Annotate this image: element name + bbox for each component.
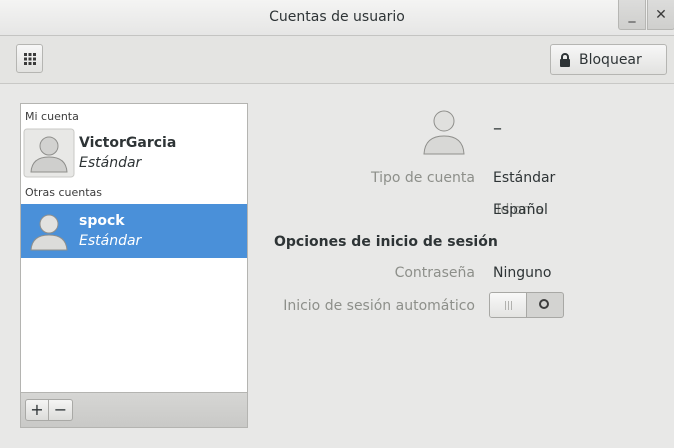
my-account-header: Mi cuenta bbox=[25, 110, 79, 123]
switch-off-icon bbox=[539, 299, 549, 309]
lock-icon bbox=[560, 52, 570, 67]
account-name: spock bbox=[79, 213, 125, 229]
title-bar: Cuentas de usuario _ ✕ bbox=[0, 0, 674, 36]
other-accounts-header: Otras cuentas bbox=[25, 186, 103, 199]
add-user-button[interactable]: + bbox=[25, 399, 49, 421]
account-type: Estándar bbox=[79, 233, 142, 249]
window-title: Cuentas de usuario bbox=[269, 9, 405, 25]
avatar-icon bbox=[30, 214, 68, 251]
login-options-title: Opciones de inicio de sesión bbox=[274, 234, 498, 250]
remove-user-button[interactable]: − bbox=[49, 399, 73, 421]
apps-grid-button[interactable] bbox=[16, 44, 43, 73]
grid-icon bbox=[23, 52, 36, 65]
switch-knob bbox=[490, 293, 527, 317]
autologin-label: Inicio de sesión automático bbox=[283, 298, 475, 314]
list-footer: + − bbox=[21, 392, 247, 427]
user-avatar-icon[interactable] bbox=[420, 104, 468, 156]
account-type-label: Tipo de cuenta bbox=[371, 170, 475, 186]
account-type-value[interactable]: Estándar bbox=[493, 170, 555, 186]
account-row-spock[interactable]: spock Estándar bbox=[21, 204, 247, 258]
password-label: Contraseña bbox=[394, 265, 475, 281]
close-button[interactable]: ✕ bbox=[647, 0, 674, 30]
password-value[interactable]: Ninguno bbox=[493, 265, 551, 281]
autologin-switch[interactable] bbox=[489, 292, 564, 318]
account-list: Mi cuenta VictorGarcia Estándar Otras cu… bbox=[20, 103, 248, 428]
toolbar: Bloquear bbox=[0, 36, 674, 84]
account-type: Estándar bbox=[79, 155, 142, 171]
lock-button-label: Bloquear bbox=[579, 51, 642, 68]
lock-button[interactable]: Bloquear bbox=[550, 44, 667, 75]
language-value[interactable]: Español bbox=[493, 202, 548, 218]
full-name[interactable]: – bbox=[493, 118, 502, 139]
avatar-icon bbox=[23, 128, 75, 178]
account-row-victorgarcia[interactable]: VictorGarcia Estándar bbox=[21, 126, 247, 180]
account-name: VictorGarcia bbox=[79, 135, 177, 151]
minimize-button[interactable]: _ bbox=[618, 0, 646, 30]
